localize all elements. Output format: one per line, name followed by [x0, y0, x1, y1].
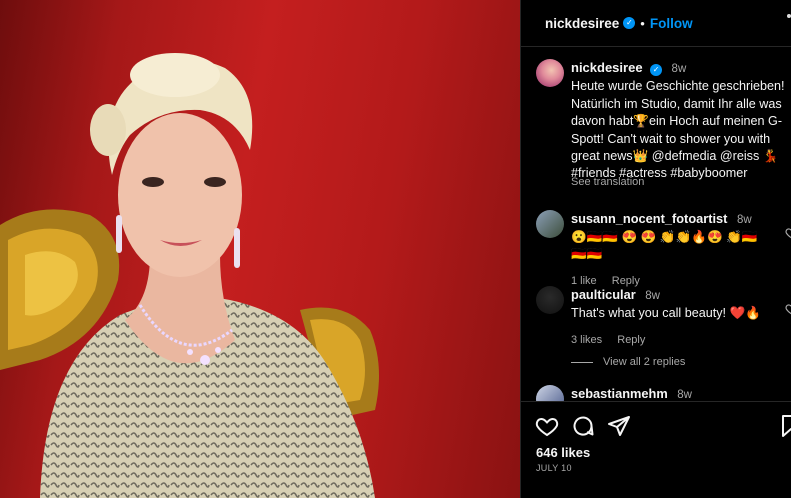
view-replies-link[interactable]: View all 2 replies	[571, 356, 685, 368]
see-translation-link[interactable]: See translation	[571, 176, 644, 188]
author-avatar[interactable]	[536, 59, 564, 87]
author-username[interactable]: nickdesiree	[545, 16, 619, 31]
bookmark-icon[interactable]	[781, 414, 791, 438]
commenter-avatar[interactable]	[536, 286, 564, 314]
separator-dot: •	[640, 15, 645, 31]
heart-icon[interactable]	[785, 226, 791, 240]
caption-username[interactable]: nickdesiree	[571, 60, 643, 75]
post-side-panel: nickdesiree ✓ • Follow nickdesiree ✓ 8w …	[520, 0, 791, 498]
comment-meta: 3 likes Reply	[571, 332, 771, 349]
commenter-username[interactable]: susann_nocent_fotoartist	[571, 211, 727, 226]
comment-likes[interactable]: 3 likes	[571, 334, 602, 346]
portrait-illustration	[0, 53, 379, 498]
commenter-avatar[interactable]	[536, 210, 564, 238]
commenter-username[interactable]: sebastianmehm	[571, 386, 668, 401]
share-icon[interactable]	[607, 414, 631, 438]
comment-text: That's what you call beauty! ❤️🔥	[571, 306, 761, 320]
comment-time: 8w	[677, 389, 692, 401]
post-caption: nickdesiree ✓ 8w Heute wurde Geschichte …	[571, 59, 791, 183]
heart-icon[interactable]	[785, 302, 791, 316]
caption-text: Heute wurde Geschichte geschrieben! Natü…	[571, 79, 785, 181]
commenter-username[interactable]: paulticular	[571, 287, 636, 302]
post-photo[interactable]	[0, 0, 520, 498]
reply-button[interactable]: Reply	[617, 334, 645, 346]
action-icons	[535, 414, 631, 438]
more-options-icon[interactable]	[787, 14, 791, 18]
caption-time: 8w	[671, 63, 687, 75]
comment-time: 8w	[736, 214, 752, 226]
post-actions: 646 likes JULY 10	[521, 401, 791, 498]
view-replies-label: View all 2 replies	[603, 356, 686, 368]
verified-icon: ✓	[650, 64, 663, 76]
comment-time: 8w	[645, 290, 660, 302]
verified-icon: ✓	[623, 17, 636, 29]
likes-count[interactable]: 646 likes	[536, 445, 590, 460]
follow-button[interactable]: Follow	[650, 16, 693, 31]
post-header: nickdesiree ✓ • Follow	[521, 0, 791, 47]
commenter-avatar[interactable]	[536, 385, 564, 401]
comments-scroll-area[interactable]: nickdesiree ✓ 8w Heute wurde Geschichte …	[521, 48, 791, 401]
replies-divider	[571, 361, 593, 363]
comment-text: 😮🇩🇪🇩🇪 😍 😍 👏👏🔥😍 👏🇩🇪🇩🇪🇩🇪	[571, 230, 758, 261]
post-date: JULY 10	[536, 463, 572, 473]
comment-icon[interactable]	[571, 414, 595, 438]
heart-icon[interactable]	[535, 414, 559, 438]
